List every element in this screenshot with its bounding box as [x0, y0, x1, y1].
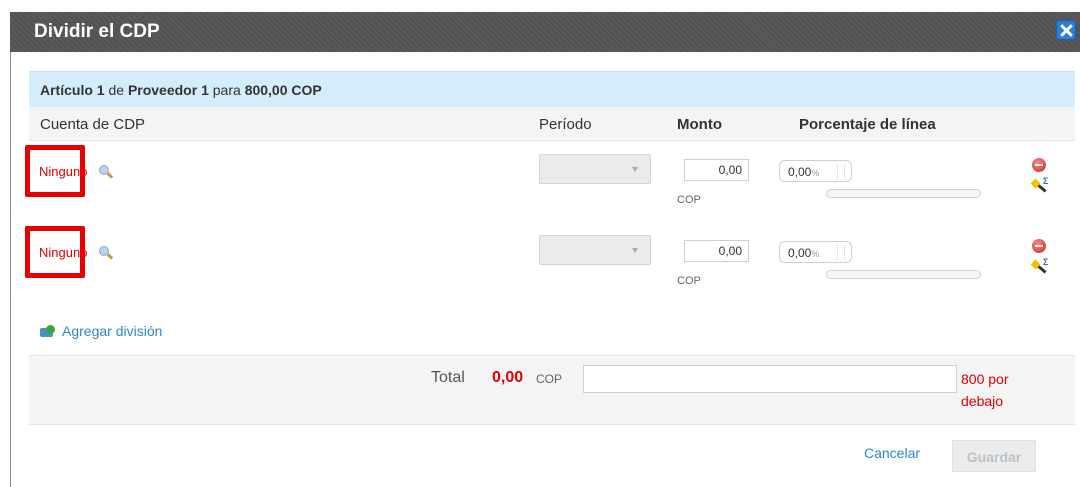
chevron-down-icon — [632, 248, 638, 253]
highlight-box — [25, 226, 85, 278]
close-icon[interactable] — [1056, 20, 1076, 40]
remaining-status-line1: 800 por — [961, 371, 1009, 387]
total-value: 0,00 — [492, 369, 524, 386]
amount-currency: COP — [677, 275, 701, 287]
auto-fill-icon[interactable]: Σ — [1030, 257, 1049, 275]
column-header-percent: Porcentaje de línea — [799, 116, 936, 133]
remove-split-icon[interactable] — [1032, 158, 1046, 172]
total-section: Total 0,00 COP 800 por debajo — [29, 355, 1075, 425]
total-progress-bar — [583, 365, 957, 393]
chevron-down-icon — [632, 167, 638, 172]
article-summary-bar: Artículo 1 de Proveedor 1 para 800,00 CO… — [29, 71, 1075, 107]
article-summary: Artículo 1 de Proveedor 1 para 800,00 CO… — [40, 82, 322, 98]
period-select[interactable] — [539, 154, 651, 184]
search-icon[interactable] — [98, 245, 114, 260]
percent-slider[interactable] — [826, 189, 981, 198]
period-select[interactable] — [539, 235, 651, 265]
add-split-link[interactable]: Agregar división — [62, 323, 162, 339]
amount-input[interactable]: 0,00 — [684, 240, 749, 262]
add-split-icon[interactable] — [40, 325, 56, 339]
percent-input[interactable]: 0,00% — [779, 241, 852, 263]
article-supplier: Proveedor 1 — [127, 82, 209, 98]
total-label: Total — [431, 369, 465, 386]
auto-fill-icon[interactable]: Σ — [1030, 176, 1049, 194]
column-header-account: Cuenta de CDP — [40, 116, 146, 133]
percent-input[interactable]: 0,00% — [779, 160, 852, 182]
remove-split-icon[interactable] — [1032, 239, 1046, 253]
dialog-title: Dividir el CDP — [34, 21, 160, 42]
article-for: para — [212, 82, 241, 98]
percent-unit: % — [811, 249, 820, 259]
split-table-header: Cuenta de CDP Período Monto Porcentaje d… — [29, 107, 1075, 141]
amount-currency: COP — [677, 194, 701, 206]
column-header-amount: Monto — [677, 116, 722, 133]
highlight-box — [25, 145, 85, 197]
percent-value: 0,00 — [788, 246, 812, 260]
search-icon[interactable] — [98, 164, 114, 179]
article-amount: 800,00 COP — [244, 82, 322, 98]
remaining-status-line2: debajo — [961, 393, 1004, 409]
dialog-titlebar: Dividir el CDP — [10, 12, 1080, 52]
percent-value: 0,00 — [788, 165, 812, 179]
drag-handle-icon — [837, 164, 845, 179]
save-button[interactable]: Guardar — [952, 440, 1036, 472]
amount-input[interactable]: 0,00 — [684, 159, 749, 181]
total-currency: COP — [536, 372, 563, 386]
percent-slider[interactable] — [826, 270, 981, 279]
column-header-period: Período — [539, 116, 592, 133]
split-row: Ninguno 0,00 COP 0,00% Σ — [29, 142, 1075, 226]
percent-unit: % — [811, 168, 820, 178]
remaining-status: 800 por debajo — [961, 368, 1031, 412]
article-from: de — [108, 82, 125, 98]
cancel-button[interactable]: Cancelar — [864, 445, 920, 461]
drag-handle-icon — [837, 245, 845, 260]
article-item: Artículo 1 — [40, 82, 105, 98]
split-row: Ninguno 0,00 COP 0,00% Σ — [29, 223, 1075, 307]
